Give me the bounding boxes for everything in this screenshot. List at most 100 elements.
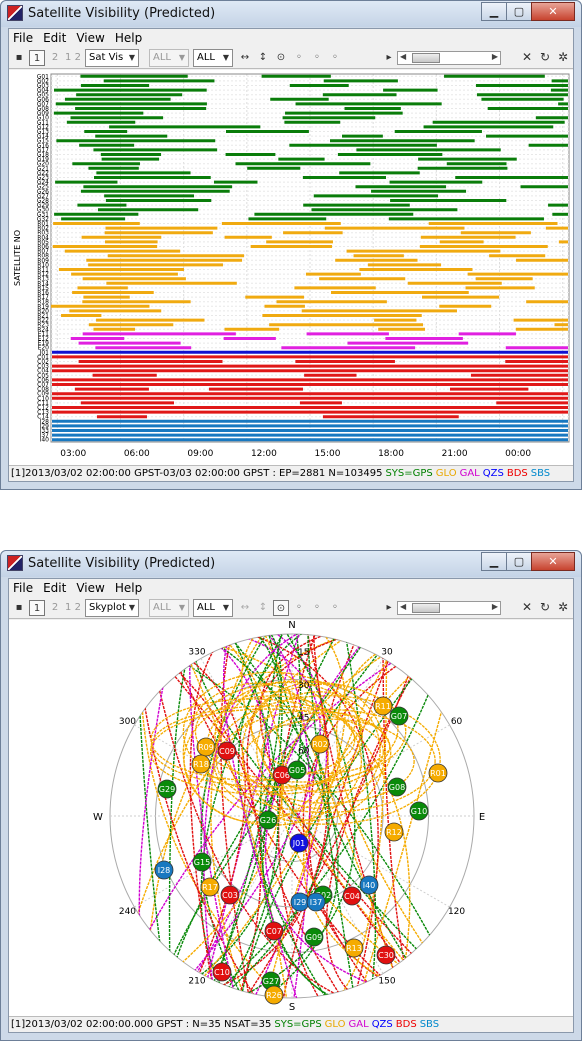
clear-icon[interactable]: ✕ [519,600,535,616]
menu-bar: File Edit View Help [9,29,573,47]
sat-marker-label: I28 [158,866,171,875]
azimuth-label: 330 [188,647,205,657]
frame-2-button[interactable]: 2 [47,600,63,616]
menu-bar: File Edit View Help [9,579,573,597]
sys-gal-label: GAL [348,1019,369,1030]
window-skyplot: Satellite Visibility (Predicted) ▁ ▢ ✕ F… [0,550,582,1041]
sys-qzs-label: QZS [371,1019,393,1030]
dot-icon[interactable]: ◦ [327,50,343,66]
menu-file[interactable]: File [13,31,33,45]
frame-12-button[interactable]: 1 2 [63,50,83,66]
menu-help[interactable]: Help [115,581,142,595]
system-filter-select[interactable]: ALL ▼ [149,599,189,617]
frame-1-button[interactable]: 1 [29,50,45,66]
menu-view[interactable]: View [76,31,104,45]
gear-icon[interactable]: ✲ [555,50,571,66]
azimuth-label: 300 [119,717,136,727]
fit-horizontal-icon[interactable]: ↔ [237,50,253,66]
play-icon[interactable]: ▸ [381,50,397,66]
sat-marker-label: C06 [274,771,290,780]
slider-left-arrow-icon: ◀ [400,52,407,61]
connect-icon[interactable]: ▪ [11,600,27,616]
chevron-down-icon: ▼ [178,53,185,62]
time-slider[interactable]: ◀ ▶ [397,51,501,65]
sat-marker-label: R09 [198,743,214,752]
plot-type-value: Sat Vis [89,52,124,63]
sat-marker-label: R02 [312,740,328,749]
sat-marker-label: R13 [346,944,362,953]
title-bar[interactable]: Satellite Visibility (Predicted) ▁ ▢ ✕ [1,551,581,577]
plot-type-select[interactable]: Sat Vis ▼ [85,49,139,67]
sys-bds-label: BDS [395,1019,417,1030]
sat-marker-label: C04 [344,892,360,901]
satellite-filter-value: ALL [197,52,215,63]
reload-icon[interactable]: ↻ [537,50,553,66]
time-slider[interactable]: ◀ ▶ [397,601,501,615]
center-icon[interactable]: ⊙ [273,50,289,66]
reload-icon[interactable]: ↻ [537,600,553,616]
sat-marker-label: R11 [375,702,391,711]
center-icon[interactable]: ⊙ [273,600,289,616]
system-filter-value: ALL [153,602,171,613]
frame-2-button[interactable]: 2 [47,50,63,66]
menu-file[interactable]: File [13,581,33,595]
status-text: [1]2013/03/02 02:00:00 GPST-03/03 02:00:… [11,468,383,479]
azimuth-label: 240 [119,907,136,917]
sat-label: I40 [40,437,50,444]
x-tick-label: 21:00 [442,449,468,459]
frame-1-button[interactable]: 1 [29,600,45,616]
connect-icon[interactable]: ▪ [11,50,27,66]
x-tick-label: 18:00 [378,449,404,459]
dot-icon[interactable]: ◦ [309,50,325,66]
plot-type-value: Skyplot [89,602,126,613]
dot-icon[interactable]: ◦ [309,600,325,616]
clear-icon[interactable]: ✕ [519,50,535,66]
close-button[interactable]: ✕ [531,2,575,21]
sat-marker-label: I37 [310,898,323,907]
elevation-label: 30 [298,681,310,691]
window-satvis: Satellite Visibility (Predicted) ▁ ▢ ✕ F… [0,0,582,490]
elevation-label: 45 [298,714,309,724]
frame-12-button[interactable]: 1 2 [63,600,83,616]
slider-thumb[interactable] [412,53,440,63]
sat-track [193,634,474,998]
sys-gps-label: SYS=GPS [274,1019,322,1030]
title-bar[interactable]: Satellite Visibility (Predicted) ▁ ▢ ✕ [1,1,581,27]
play-icon[interactable]: ▸ [381,600,397,616]
plot-type-select[interactable]: Skyplot ▼ [85,599,139,617]
sat-marker-label: C09 [219,747,235,756]
compass-s-label: S [289,1002,295,1013]
maximize-button[interactable]: ▢ [506,552,532,571]
fit-horizontal-icon[interactable]: ↔ [237,600,253,616]
satellite-filter-select[interactable]: ALL ▼ [193,49,233,67]
sat-marker-label: G26 [260,816,276,825]
sat-marker-label: C10 [214,968,230,977]
close-button[interactable]: ✕ [531,552,575,571]
satvis-plot: G01 G02 G03 G04 G05 G06 G07 G08 G09 G10 G11 G12 G13 G… [9,70,573,465]
menu-view[interactable]: View [76,581,104,595]
dot-icon[interactable]: ◦ [327,600,343,616]
x-tick-label: 12:00 [251,449,277,459]
minimize-button[interactable]: ▁ [481,552,507,571]
gear-icon[interactable]: ✲ [555,600,571,616]
slider-right-arrow-icon: ▶ [491,602,498,611]
fit-vertical-icon[interactable]: ↕ [255,600,271,616]
dot-icon[interactable]: ◦ [291,600,307,616]
compass-w-label: W [93,812,103,823]
y-axis-label: SATELLITE NO [13,230,22,286]
menu-edit[interactable]: Edit [43,31,66,45]
maximize-button[interactable]: ▢ [506,2,532,21]
chevron-down-icon: ▼ [128,53,135,62]
menu-edit[interactable]: Edit [43,581,66,595]
azimuth-label: 150 [378,977,395,987]
satvis-chart: G01G02G03G04G05G06G07G08G09G10G11G12G13G… [13,73,570,459]
system-filter-select[interactable]: ALL ▼ [149,49,189,67]
system-filter-value: ALL [153,52,171,63]
fit-vertical-icon[interactable]: ↕ [255,50,271,66]
menu-help[interactable]: Help [115,31,142,45]
satellite-filter-select[interactable]: ALL ▼ [193,599,233,617]
sat-marker-label: C30 [378,951,394,960]
minimize-button[interactable]: ▁ [481,2,507,21]
dot-icon[interactable]: ◦ [291,50,307,66]
slider-thumb[interactable] [412,603,440,613]
